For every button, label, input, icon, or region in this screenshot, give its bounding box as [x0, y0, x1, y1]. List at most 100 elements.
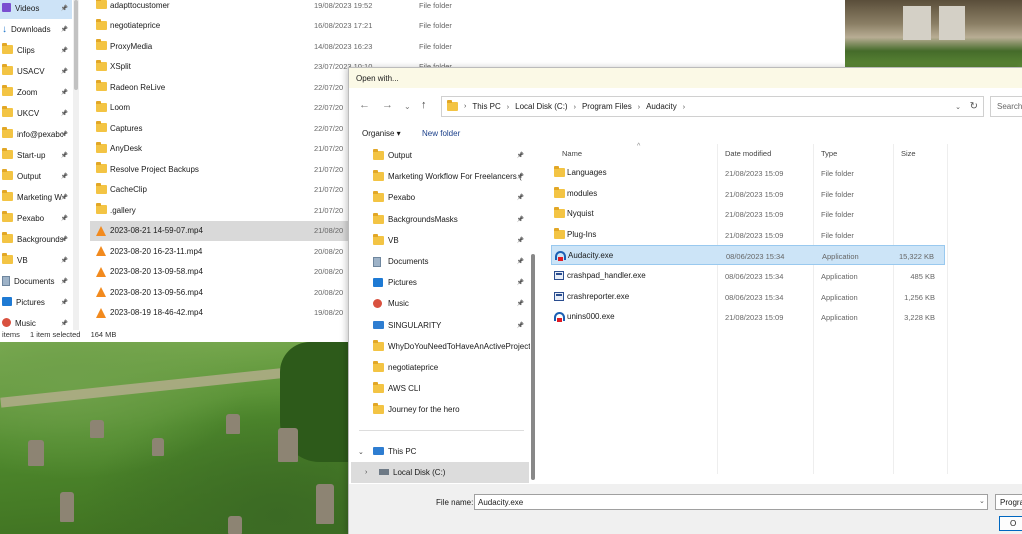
- open-button[interactable]: O: [999, 516, 1022, 531]
- audacity-icon: [554, 312, 565, 323]
- breadcrumb-chevron-icon[interactable]: ›: [638, 104, 640, 111]
- sidebar-item[interactable]: Pictures 📌: [0, 292, 72, 313]
- organise-button[interactable]: Organise ▾: [362, 129, 401, 138]
- forward-arrow-icon[interactable]: →: [382, 99, 393, 111]
- file-row[interactable]: Plug-Ins 21/08/2023 15:09 File folder: [551, 225, 945, 245]
- sidebar-item[interactable]: UKCV 📌: [0, 103, 72, 124]
- tree-item[interactable]: WhyDoYouNeedToHaveAnActiveProject: [351, 336, 530, 357]
- column-size[interactable]: Size: [901, 149, 916, 158]
- file-row[interactable]: Nyquist 21/08/2023 15:09 File folder: [551, 204, 945, 224]
- pin-icon: 📌: [60, 300, 68, 306]
- tree-item[interactable]: negotiateprice: [351, 357, 529, 378]
- tree-item[interactable]: Pictures 📌: [351, 272, 529, 293]
- file-row[interactable]: modules 21/08/2023 15:09 File folder: [551, 184, 945, 204]
- tree-item-this-pc[interactable]: ⌄ This PC: [351, 441, 529, 462]
- tree-item[interactable]: Music 📌: [351, 293, 529, 314]
- sidebar-item-label: UKCV: [17, 109, 40, 118]
- file-row[interactable]: crashreporter.exe 08/06/2023 15:34 Applica…: [551, 287, 945, 307]
- sidebar-item[interactable]: Clips 📌: [0, 40, 72, 61]
- file-name: .gallery: [110, 205, 136, 215]
- tree-item[interactable]: Documents 📌: [351, 251, 529, 272]
- tree-item-label: Marketing Workflow For Freelancers (: [388, 172, 522, 182]
- tree-item[interactable]: Marketing Workflow For Freelancers (📌: [351, 166, 529, 187]
- recent-locations-chevron-icon[interactable]: ⌄: [404, 102, 411, 111]
- address-dropdown-icon[interactable]: ⌄: [955, 103, 961, 111]
- back-arrow-icon[interactable]: ←: [359, 99, 370, 111]
- sidebar-item[interactable]: Backgrounds 📌: [0, 229, 72, 250]
- file-date: 08/06/2023 15:34: [726, 252, 785, 262]
- search-input[interactable]: Search...: [990, 96, 1022, 117]
- folder-icon: [96, 39, 107, 52]
- file-row[interactable]: crashpad_handler.exe 08/06/2023 15:34 Appl…: [551, 266, 945, 286]
- sidebar-item[interactable]: Pexabo 📌: [0, 208, 72, 229]
- download-icon: ↓: [2, 24, 7, 35]
- breadcrumb-segment[interactable]: Local Disk (C:): [515, 102, 567, 111]
- breadcrumb-chevron-icon[interactable]: ›: [683, 104, 685, 111]
- sidebar-item[interactable]: USACV 📌: [0, 61, 72, 82]
- sidebar-item[interactable]: info@pexabo 📌: [0, 124, 72, 145]
- up-arrow-icon[interactable]: ↑: [421, 99, 427, 111]
- breadcrumb-segment[interactable]: Audacity: [646, 102, 677, 111]
- address-bar[interactable]: › This PC › Local Disk (C:) › Program Files ›…: [441, 96, 984, 117]
- file-row[interactable]: unins000.exe 21/08/2023 15:09 Application 3…: [551, 307, 945, 327]
- sidebar-item[interactable]: ↓ Downloads 📌: [0, 19, 72, 40]
- tree-item-local-disk[interactable]: › Local Disk (C:): [351, 462, 529, 483]
- background-file-row[interactable]: negotiateprice 16/08/2023 17:21 File folde…: [90, 16, 452, 36]
- file-type-select[interactable]: Progra: [995, 494, 1022, 510]
- folder-icon: [554, 207, 565, 220]
- tree-item[interactable]: Output 📌: [351, 145, 529, 166]
- background-file-row[interactable]: adapttocustomer 19/08/2023 19:52 File fold…: [90, 0, 452, 15]
- pin-icon: 📌: [60, 27, 68, 33]
- folder-icon: [373, 233, 384, 247]
- sidebar-item[interactable]: Documents 📌: [0, 271, 72, 292]
- sidebar-item-label: info@pexabo: [17, 130, 63, 139]
- dialog-command-bar: Organise ▾ New folder: [349, 126, 1022, 144]
- file-name-dropdown-icon[interactable]: ⌄: [979, 497, 985, 505]
- breadcrumb-chevron-icon[interactable]: ›: [507, 104, 509, 111]
- tree-item-label: VB: [388, 235, 399, 245]
- breadcrumb-segment[interactable]: Program Files: [582, 102, 632, 111]
- file-name: Nyquist: [567, 209, 594, 219]
- file-row[interactable]: Languages 21/08/2023 15:09 File folder: [551, 163, 945, 183]
- folder-icon: [96, 100, 107, 114]
- sidebar-item-label: Pictures: [16, 298, 45, 307]
- sidebar-item[interactable]: Videos 📌: [0, 0, 72, 19]
- tree-item[interactable]: Journey for the hero: [351, 399, 529, 420]
- sidebar-item[interactable]: Output 📌: [0, 166, 72, 187]
- column-date-modified[interactable]: Date modified: [725, 149, 771, 158]
- expand-chevron-icon[interactable]: ›: [365, 469, 367, 476]
- file-date: 21/08/2023 15:09: [725, 189, 784, 199]
- tree-item[interactable]: BackgroundsMasks 📌: [351, 209, 529, 230]
- file-date: 20/08/20: [314, 287, 344, 297]
- expand-chevron-icon[interactable]: ⌄: [358, 448, 364, 456]
- folder-icon: [373, 170, 384, 183]
- sidebar-item[interactable]: VB 📌: [0, 250, 72, 271]
- breadcrumb-segment[interactable]: This PC: [472, 102, 500, 111]
- file-name-label: File name:: [436, 498, 474, 507]
- new-folder-button[interactable]: New folder: [422, 129, 460, 138]
- column-name[interactable]: Name: [562, 149, 582, 158]
- status-selected: 1 item selected: [30, 330, 81, 339]
- sidebar-item-label: USACV: [17, 67, 45, 76]
- file-name: 2023-08-20 16-23-11.mp4: [110, 246, 203, 256]
- folder-icon: [96, 182, 107, 196]
- navigation-pane-scrollbar[interactable]: [531, 254, 535, 480]
- tree-item[interactable]: AWS CLI: [351, 378, 529, 399]
- file-name-input[interactable]: Audacity.exe: [474, 494, 988, 510]
- breadcrumb-chevron-icon[interactable]: ›: [574, 104, 576, 111]
- tree-item[interactable]: VB 📌: [351, 230, 529, 251]
- sidebar-item[interactable]: Music 📌: [0, 313, 72, 330]
- tree-item[interactable]: SINGULARITY 📌: [351, 315, 529, 336]
- file-type: File folder: [821, 169, 854, 178]
- sidebar-item[interactable]: Start-up 📌: [0, 145, 72, 166]
- refresh-icon[interactable]: ↻: [970, 101, 978, 112]
- column-type[interactable]: Type: [821, 149, 837, 158]
- sidebar-item[interactable]: Zoom 📌: [0, 82, 72, 103]
- background-sidebar-scrollbar[interactable]: [73, 0, 79, 330]
- tree-item[interactable]: Pexabo 📌: [351, 187, 529, 208]
- background-file-row[interactable]: ProxyMedia 14/08/2023 16:23 File folder: [90, 36, 452, 56]
- file-row[interactable]: Audacity.exe 08/06/2023 15:34 Application 1…: [551, 245, 945, 266]
- address-folder-icon: [447, 100, 458, 111]
- pin-icon: 📌: [60, 48, 68, 54]
- sidebar-item[interactable]: Marketing W 📌: [0, 187, 72, 208]
